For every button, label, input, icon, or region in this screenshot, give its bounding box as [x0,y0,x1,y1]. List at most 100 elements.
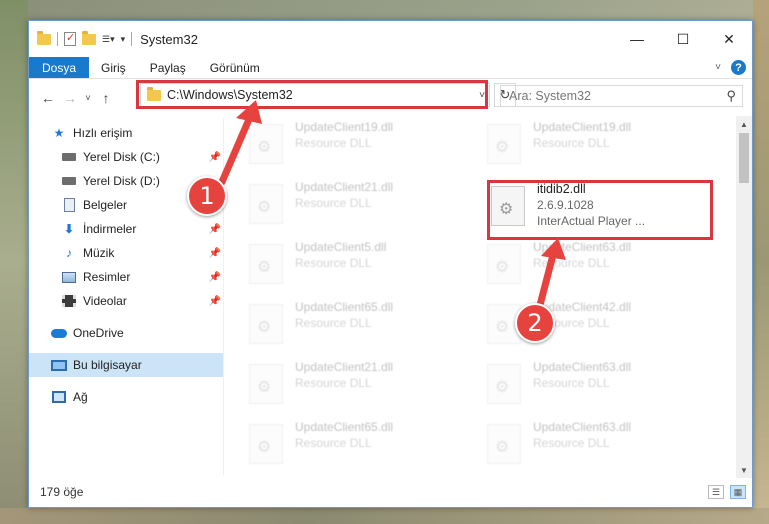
file-description: Resource DLL [295,376,372,390]
dll-file-icon [487,244,521,284]
file-name: UpdateClient5.dll [295,240,387,254]
desktop-wallpaper-right [753,0,769,524]
list-item[interactable]: UpdateClient21.dll Resource DLL [249,180,469,232]
ribbon-tabs: Dosya Giriş Paylaş Görünüm ˅ ? [29,57,752,79]
search-icon[interactable]: ⚲ [726,88,736,104]
sidebar-item-label: Yerel Disk (C:) [83,150,160,164]
file-description: Resource DLL [533,436,610,450]
sidebar-item-quick-access[interactable]: ★ Hızlı erişim [29,121,223,145]
file-explorer-window: ☰▾ ▾ System32 — ☐ ✕ Dosya Giriş Paylaş G… [28,20,753,508]
sidebar-item-pictures[interactable]: Resimler 📌 [29,265,223,289]
computer-icon [51,358,67,372]
sidebar-item-music[interactable]: ♪ Müzik 📌 [29,241,223,265]
tab-home[interactable]: Giriş [89,57,138,78]
sidebar-item-this-pc[interactable]: Bu bilgisayar [29,353,223,377]
sidebar-item-label: Ağ [73,390,88,404]
music-icon: ♪ [66,246,72,260]
pane-splitter[interactable] [223,118,224,475]
sidebar-item-label: İndirmeler [83,222,137,236]
list-item[interactable]: UpdateClient5.dll Resource DLL [249,240,469,292]
sidebar-item-local-disk-c[interactable]: Yerel Disk (C:) 📌 [29,145,223,169]
file-name: UpdateClient63.dll [533,240,632,254]
vertical-scrollbar[interactable]: ▲ ▼ [736,116,752,478]
drive-icon [61,150,77,164]
pin-icon[interactable]: 📌 [209,272,221,283]
file-name: UpdateClient21.dll [295,180,394,194]
list-item[interactable]: UpdateClient19.dll Resource DLL [487,120,707,172]
help-icon[interactable]: ? [731,60,746,75]
maximize-button[interactable]: ☐ [660,21,706,57]
properties-icon[interactable] [64,31,76,46]
scroll-down-icon[interactable]: ▼ [736,462,752,478]
tiles-view-icon[interactable]: ▦ [730,485,746,499]
view-switcher: ☰ ▦ [708,485,746,499]
scroll-thumb[interactable] [739,133,749,183]
toolbar-separator [57,32,58,46]
tab-file[interactable]: Dosya [29,57,90,78]
file-name: UpdateClient63.dll [533,420,632,434]
file-description: Resource DLL [295,436,372,450]
cloud-icon [51,326,67,340]
navigation-pane: ★ Hızlı erişim Yerel Disk (C:) 📌 Yerel D… [29,118,223,475]
sidebar-item-videos[interactable]: Videolar 📌 [29,289,223,313]
pin-icon[interactable]: 📌 [209,224,221,235]
sidebar-item-downloads[interactable]: ⬇ İndirmeler 📌 [29,217,223,241]
expand-ribbon-icon[interactable]: ˅ [715,62,721,73]
address-bar-highlight [136,80,488,109]
window-title: System32 [140,31,198,47]
pin-icon[interactable]: 📌 [209,152,221,163]
quick-access-toolbar: ☰▾ ▾ [37,30,133,46]
new-folder-icon[interactable] [82,30,96,45]
dll-file-icon [249,184,283,224]
list-item[interactable]: UpdateClient19.dll Resource DLL [249,120,469,172]
file-name: UpdateClient65.dll [295,300,394,314]
sidebar-item-label: OneDrive [73,326,124,340]
file-description: Resource DLL [533,136,610,150]
up-button[interactable]: ↑ [95,90,117,106]
sidebar-item-onedrive[interactable]: OneDrive [29,321,223,345]
dll-file-icon [249,304,283,344]
file-name: UpdateClient63.dll [533,360,632,374]
forward-button[interactable]: → [59,90,81,106]
tab-view[interactable]: Görünüm [198,57,272,78]
scroll-up-icon[interactable]: ▲ [736,116,752,132]
pictures-icon [61,270,77,284]
tab-share[interactable]: Paylaş [138,57,198,78]
dll-file-icon [249,244,283,284]
back-button[interactable]: ← [37,90,59,106]
sidebar-item-label: Resimler [83,270,131,284]
file-name: UpdateClient19.dll [533,120,632,134]
recent-locations-button[interactable]: ˅ [81,93,95,103]
window-controls: — ☐ ✕ [614,21,752,57]
list-item[interactable]: UpdateClient65.dll Resource DLL [249,300,469,352]
callout-1: 1 [187,176,227,216]
details-view-icon[interactable]: ☰ [708,485,724,499]
list-item[interactable]: UpdateClient63.dll Resource DLL [487,360,707,412]
pin-icon[interactable]: 📌 [209,248,221,259]
desktop-wallpaper-bottom [0,508,769,524]
list-item[interactable]: UpdateClient63.dll Resource DLL [487,420,707,472]
file-list: UpdateClient19.dll Resource DLL UpdateCli… [229,118,737,475]
file-name: UpdateClient21.dll [295,360,394,374]
callout-2: 2 [515,303,555,343]
sidebar-item-label: Bu bilgisayar [73,358,142,372]
sidebar-item-network[interactable]: Ağ [29,385,223,409]
list-item[interactable]: UpdateClient65.dll Resource DLL [249,420,469,472]
close-button[interactable]: ✕ [706,21,752,57]
ribbon-right: ˅ ? [715,57,752,78]
search-input[interactable]: Ara: System32 ⚲ [500,85,743,107]
pin-icon[interactable]: 📌 [209,296,221,307]
sidebar-item-label: Hızlı erişim [73,126,133,140]
list-item[interactable]: UpdateClient63.dll Resource DLL [487,240,707,292]
sidebar-item-label: Yerel Disk (D:) [83,174,160,188]
list-item[interactable]: UpdateClient21.dll Resource DLL [249,360,469,412]
document-icon [61,198,77,212]
network-icon [51,390,67,404]
customize-toolbar-dropdown-icon[interactable]: ☰▾ [102,34,115,45]
minimize-button[interactable]: — [614,21,660,57]
file-highlight [487,180,713,240]
sidebar-item-label: Müzik [83,246,115,260]
toolbar-chevron-icon[interactable]: ▾ [121,34,126,45]
title-bar: ☰▾ ▾ System32 — ☐ ✕ [29,21,752,57]
desktop-wallpaper-left [0,0,28,524]
